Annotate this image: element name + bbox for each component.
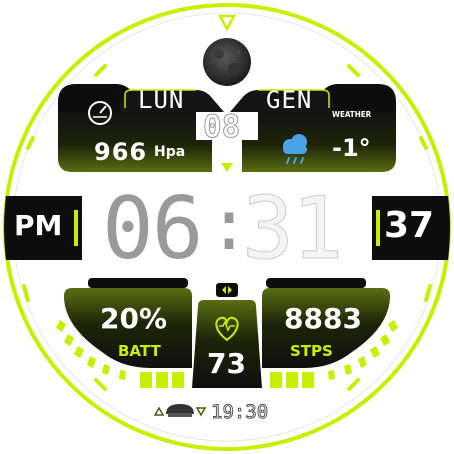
clock-hours: 06	[102, 179, 204, 279]
alarm-bell-icon	[153, 404, 207, 417]
weather-panel	[242, 112, 396, 172]
center-triangle-marker	[221, 163, 233, 172]
pressure-unit: Hpa	[154, 144, 186, 160]
pressure-value: 966	[94, 138, 148, 166]
battery-label: BATT	[118, 342, 161, 360]
day-of-week-label: LUN	[138, 86, 185, 114]
steps-value: 8883	[284, 302, 362, 335]
steps-label: STPS	[290, 342, 333, 360]
clock-minutes: 31	[242, 179, 345, 279]
ampm-indicator: PM	[14, 209, 63, 242]
alarm-time: 19:30	[210, 401, 269, 423]
clock-seconds: 37	[384, 205, 435, 246]
weather-label: WEATHER	[332, 110, 372, 119]
heart-rate-value: 73	[207, 347, 246, 380]
month-label: GEN	[266, 86, 313, 114]
day-number: 08	[202, 109, 241, 145]
temperature-value: -1°	[332, 134, 371, 162]
center-arrows-icon	[216, 283, 238, 297]
moon-full-icon	[203, 38, 251, 86]
battery-value: 20%	[100, 302, 168, 335]
top-triangle-marker	[217, 14, 237, 32]
